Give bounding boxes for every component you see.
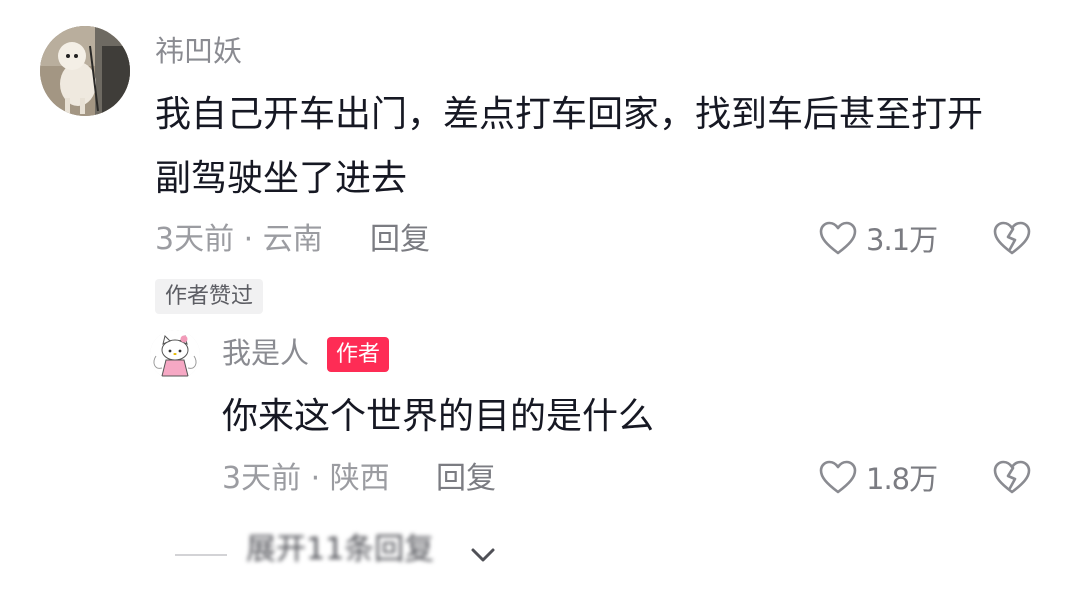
reply-text: 你来这个世界的目的是什么 xyxy=(222,396,655,437)
liked-by-author-badge: 作者赞过 xyxy=(155,279,264,314)
reply-like-button[interactable] xyxy=(818,458,858,502)
expand-replies-label[interactable]: 展开11条回复 xyxy=(246,535,434,565)
commenter-username[interactable]: 祎凹妖 xyxy=(155,37,242,66)
reply-reply-button[interactable]: 回复 xyxy=(436,464,496,494)
commenter-avatar[interactable] xyxy=(40,26,130,116)
comment-text-line-1: 我自己开车出门，差点打车回家，找到车后甚至打开 xyxy=(155,94,984,135)
heart-outline-icon xyxy=(819,460,857,494)
chevron-down-icon xyxy=(471,548,495,562)
comment-like-count: 3.1万 xyxy=(866,223,938,257)
heart-outline-icon xyxy=(819,221,857,255)
broken-heart-icon xyxy=(993,460,1031,494)
comment-time-location: 3天前 · 云南 xyxy=(155,222,323,257)
comment-dislike-button[interactable] xyxy=(992,219,1032,263)
comment-like-button[interactable] xyxy=(818,219,858,263)
broken-heart-icon xyxy=(993,221,1031,255)
replier-avatar[interactable] xyxy=(150,330,200,380)
author-badge: 作者 xyxy=(327,337,390,372)
comment-reply-button[interactable]: 回复 xyxy=(370,225,430,255)
kitty-avatar-image xyxy=(150,330,200,380)
expand-divider-line xyxy=(175,554,227,556)
replier-username[interactable]: 我是人 xyxy=(222,339,309,368)
expand-replies-button[interactable] xyxy=(468,540,498,574)
reply-dislike-button[interactable] xyxy=(992,458,1032,502)
reply-time-location: 3天前 · 陕西 xyxy=(222,461,390,496)
dog-avatar-image xyxy=(40,26,130,116)
reply-like-count: 1.8万 xyxy=(866,462,938,496)
comment-text-line-2: 副驾驶坐了进去 xyxy=(155,158,408,199)
